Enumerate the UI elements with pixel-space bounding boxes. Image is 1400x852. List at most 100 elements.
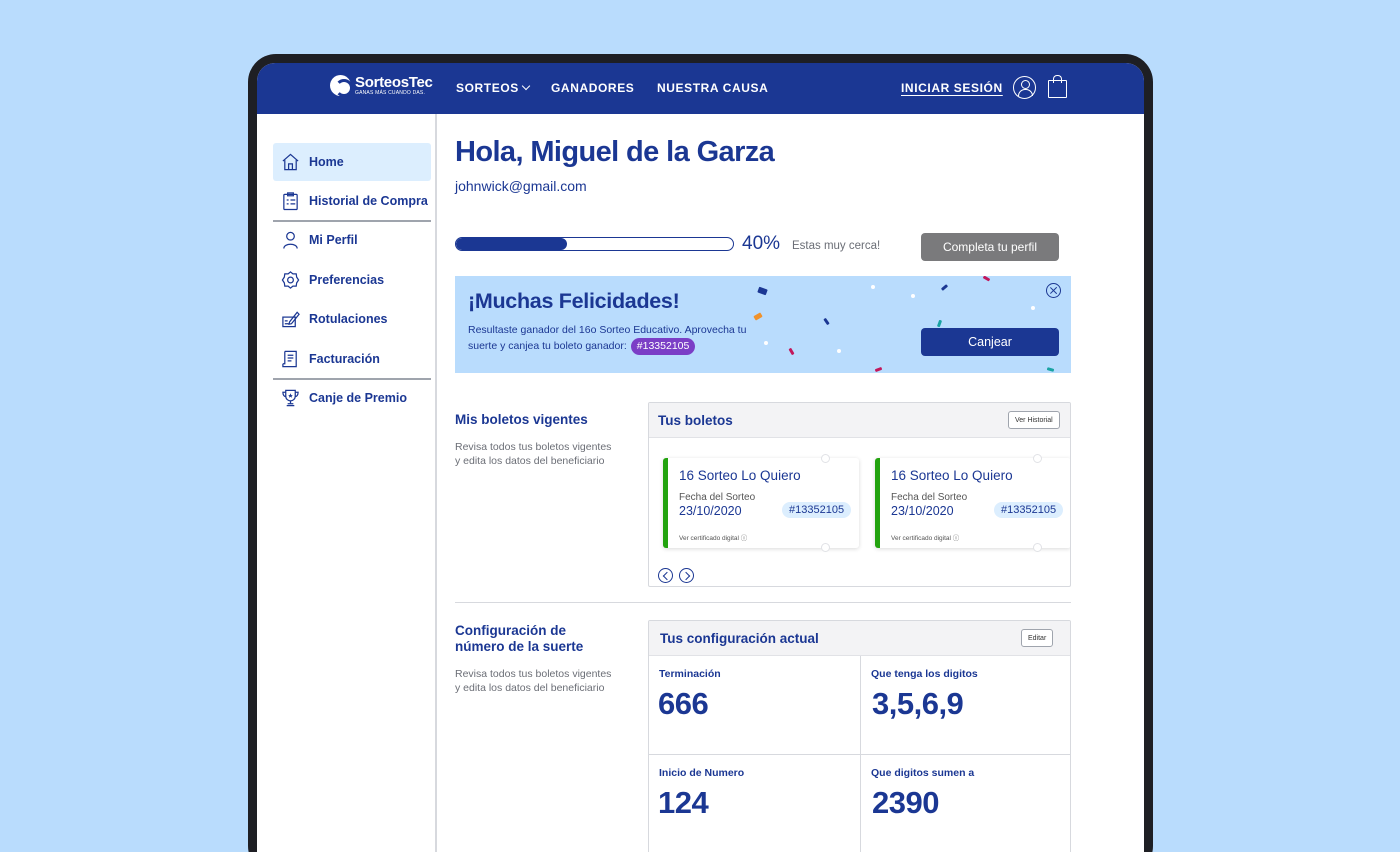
sorteostec-logo[interactable]: SorteosTec GANAS MÁS CUANDO DAS. [330, 74, 433, 97]
winner-banner: ¡Muchas Felicidades! Resultaste ganador … [455, 276, 1071, 373]
confetti [823, 317, 830, 326]
confetti [788, 347, 795, 356]
config-value: 3,5,6,9 [872, 686, 964, 721]
banner-message: Resultaste ganador del 16o Sorteo Educat… [468, 323, 768, 355]
sidebar-item-label: Preferencias [309, 273, 385, 287]
sidebar-item-label: Canje de Premio [309, 391, 407, 405]
ticket-date-label: Fecha del Sorteo [891, 492, 968, 503]
complete-profile-button[interactable]: Completa tu perfil [921, 233, 1059, 261]
sidebar-item-label: Facturación [309, 352, 380, 366]
sidebar-item-perfil[interactable]: Mi Perfil [273, 221, 431, 259]
progress-fill [456, 238, 567, 250]
ticket-notch [1033, 543, 1042, 552]
tickets-section-desc: Revisa todos tus boletos vigentes y edit… [455, 441, 612, 467]
confetti [982, 276, 991, 282]
gear-icon [281, 270, 300, 290]
redeem-button[interactable]: Canjear [921, 328, 1059, 356]
digital-certificate-link[interactable]: Ver certificado digital ⓘ [891, 532, 959, 542]
confetti [1046, 367, 1055, 372]
confetti-dot [871, 285, 875, 289]
sidebar-item-label: Home [309, 155, 344, 169]
trophy-icon [281, 388, 300, 408]
ticket-date-label: Fecha del Sorteo [679, 492, 756, 503]
confetti [753, 312, 763, 321]
greeting-title: Hola, Miguel de la Garza [455, 136, 775, 168]
login-link[interactable]: INICIAR SESIÓN [901, 81, 1003, 95]
tickets-panel-header: Tus boletos Ver Historial [649, 403, 1070, 438]
ticket-card[interactable]: 16 Sorteo Lo Quiero Fecha del Sorteo 23/… [875, 454, 1070, 552]
user-icon[interactable] [1013, 76, 1036, 99]
sidebar-item-preferencias[interactable]: Preferencias [273, 261, 431, 299]
top-navbar: SorteosTec GANAS MÁS CUANDO DAS. SORTEOS… [257, 63, 1144, 114]
nav-ganadores[interactable]: GANADORES [551, 81, 634, 95]
winning-ticket-badge: #13352105 [630, 338, 696, 355]
ticket-date: 23/10/2020 [891, 504, 954, 518]
confetti-dot [837, 349, 841, 353]
carousel-prev-icon[interactable] [658, 568, 673, 583]
user-email: johnwick@gmail.com [455, 178, 587, 194]
shopping-bag-icon[interactable] [1048, 75, 1067, 98]
nav-nuestra-causa[interactable]: NUESTRA CAUSA [657, 81, 768, 95]
logo-tagline: GANAS MÁS CUANDO DAS. [355, 90, 426, 96]
close-icon[interactable] [1046, 283, 1061, 298]
sidebar-item-label: Rotulaciones [309, 312, 388, 326]
config-value: 124 [658, 785, 709, 820]
sidebar-item-label: Mi Perfil [309, 233, 358, 247]
config-cell-terminacion: Terminación 666 [649, 656, 861, 755]
progress-message: Estas muy cerca! [792, 240, 881, 252]
banner-text: Resultaste ganador del 16o Sorteo Educat… [468, 324, 747, 352]
digital-certificate-link[interactable]: Ver certificado digital ⓘ [679, 532, 747, 542]
tickets-section-title: Mis boletos vigentes [455, 412, 588, 427]
ticket-card[interactable]: 16 Sorteo Lo Quiero Fecha del Sorteo 23/… [663, 454, 859, 552]
confetti [940, 284, 949, 291]
ticket-name: 16 Sorteo Lo Quiero [891, 468, 1013, 483]
view-history-button[interactable]: Ver Historial [1008, 411, 1060, 429]
config-cell-inicio: Inicio de Numero 124 [649, 755, 861, 852]
confetti [936, 319, 943, 328]
logo-name: SorteosTec [355, 74, 433, 91]
sidebar: Home Historial de Compra Mi Perfil Prefe… [257, 114, 437, 852]
tickets-carousel: 16 Sorteo Lo Quiero Fecha del Sorteo 23/… [649, 438, 1070, 586]
carousel-next-icon[interactable] [679, 568, 694, 583]
config-panel-header: Tus configuración actual Editar [649, 621, 1070, 656]
nav-sorteos-label: SORTEOS [456, 81, 519, 95]
config-value: 666 [658, 686, 709, 721]
config-section-desc: Revisa todos tus boletos vigentes y edit… [455, 668, 612, 694]
nav-sorteos[interactable]: SORTEOS [456, 81, 531, 95]
ticket-notch [821, 454, 830, 463]
config-label: Terminación [659, 668, 721, 680]
config-value: 2390 [872, 785, 939, 820]
ticket-notch [1033, 454, 1042, 463]
sidebar-item-rotulaciones[interactable]: Rotulaciones [273, 300, 431, 338]
sidebar-item-facturacion[interactable]: Facturación [273, 340, 431, 378]
chevron-down-icon [521, 81, 531, 91]
section-divider [455, 602, 1071, 603]
profile-progress-bar [455, 237, 734, 251]
config-cell-suma: Que digitos sumen a 2390 [861, 755, 1070, 852]
ticket-number-badge: #13352105 [994, 502, 1064, 518]
logo-icon [330, 75, 353, 97]
sidebar-item-home[interactable]: Home [273, 143, 431, 181]
ticket-date: 23/10/2020 [679, 504, 742, 518]
ticket-notch [821, 543, 830, 552]
confetti [874, 366, 883, 373]
sidebar-item-label: Historial de Compra [309, 194, 428, 208]
edit-config-button[interactable]: Editar [1021, 629, 1054, 647]
sidebar-item-canje[interactable]: Canje de Premio [273, 379, 431, 417]
home-icon [281, 152, 300, 172]
sidebar-item-historial[interactable]: Historial de Compra [273, 182, 431, 220]
config-panel: Tus configuración actual Editar Terminac… [648, 620, 1071, 852]
user-icon [281, 230, 300, 250]
tickets-panel: Tus boletos Ver Historial 16 Sorteo Lo Q… [648, 402, 1071, 587]
banner-title: ¡Muchas Felicidades! [468, 289, 680, 313]
clipboard-icon [281, 191, 300, 211]
tickets-panel-title: Tus boletos [658, 413, 733, 428]
invoice-icon [281, 349, 300, 369]
ticket-number-badge: #13352105 [782, 502, 852, 518]
confetti-dot [911, 294, 915, 298]
config-label: Que digitos sumen a [871, 767, 975, 779]
edit-icon [281, 309, 300, 329]
app-screen: SorteosTec GANAS MÁS CUANDO DAS. SORTEOS… [257, 63, 1144, 852]
confetti [757, 286, 768, 296]
config-panel-title: Tus configuración actual [660, 631, 819, 646]
